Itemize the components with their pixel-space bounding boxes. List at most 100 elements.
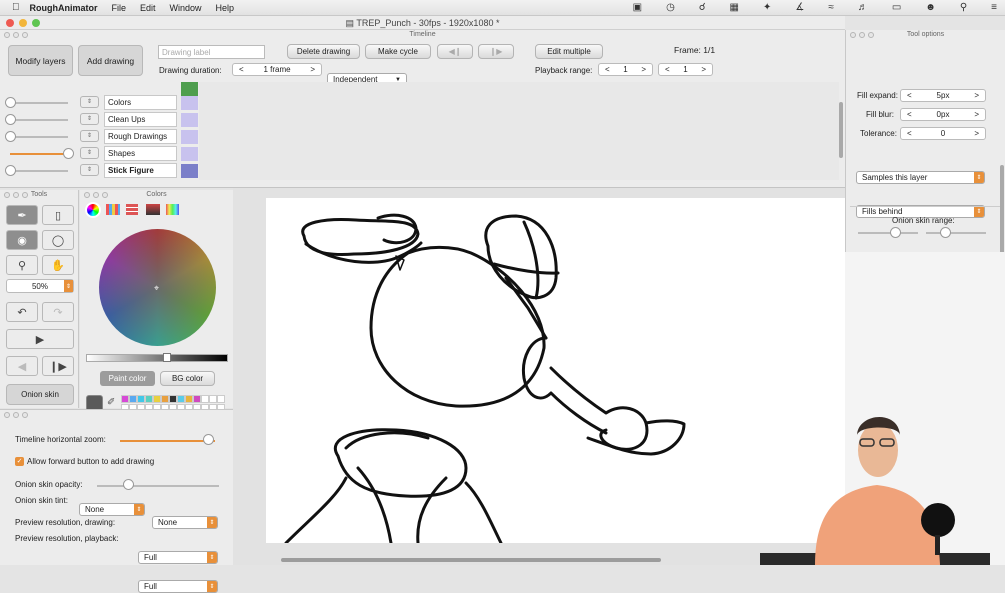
palette-tab-icon[interactable] xyxy=(106,204,120,215)
fill-expand-stepper[interactable]: <5px > xyxy=(900,89,986,102)
fill-blur-stepper[interactable]: <0px > xyxy=(900,108,986,121)
range-start-stepper[interactable]: <1 > xyxy=(598,63,653,76)
undo-icon[interactable]: ↶ xyxy=(6,302,38,322)
color-swatch[interactable] xyxy=(177,395,185,403)
clock-icon[interactable]: ◷ xyxy=(666,2,675,13)
minimize-icon[interactable] xyxy=(19,19,27,27)
layer-toggle-icon[interactable]: ⇕ xyxy=(80,130,99,142)
play-icon[interactable]: ▶ xyxy=(6,329,74,349)
layer-name[interactable]: Clean Ups xyxy=(104,112,177,127)
edit-multiple-button[interactable]: Edit multiple xyxy=(535,44,603,59)
preview-playback-select[interactable]: Full ⇕ xyxy=(138,580,218,593)
zoom-stepper[interactable]: 50% ⇕ xyxy=(6,279,74,293)
modify-layers-button[interactable]: Modify layers xyxy=(8,45,73,76)
onion-opacity-knob[interactable] xyxy=(122,479,134,490)
brightness-knob[interactable] xyxy=(163,353,171,362)
tint-select-a[interactable]: None ⇕ xyxy=(79,503,145,516)
color-swatch[interactable] xyxy=(161,395,169,403)
dropbox-icon[interactable]: ✦ xyxy=(763,2,771,13)
camera-icon[interactable]: ▣ xyxy=(633,2,642,13)
app-name[interactable]: RoughAnimator xyxy=(30,3,98,13)
layer-frame-cell[interactable] xyxy=(181,96,198,110)
color-swatch[interactable] xyxy=(193,395,201,403)
chevron-left-icon[interactable]: < xyxy=(239,65,244,74)
color-swatch[interactable] xyxy=(121,395,129,403)
color-swatch[interactable] xyxy=(201,395,209,403)
bg-color-button[interactable]: BG color xyxy=(160,371,215,386)
layer-frame-cell[interactable] xyxy=(181,147,198,161)
layer-opacity-knob[interactable] xyxy=(5,165,16,176)
layer-toggle-icon[interactable]: ⇕ xyxy=(80,96,99,108)
make-cycle-button[interactable]: Make cycle xyxy=(365,44,431,59)
prev-frame-button[interactable]: ◀❙ xyxy=(437,44,473,59)
duration-stepper[interactable]: < 1 frame > xyxy=(232,63,322,76)
onion-skin-button[interactable]: Onion skin xyxy=(6,384,74,405)
color-swatch[interactable] xyxy=(137,395,145,403)
airplay-icon[interactable]: ▭ xyxy=(892,2,901,13)
layer-toggle-icon[interactable]: ⇕ xyxy=(80,147,99,159)
color-swatch[interactable] xyxy=(209,395,217,403)
timeline-scrollbar[interactable] xyxy=(839,102,843,158)
preview-drawing-select[interactable]: Full ⇕ xyxy=(138,551,218,564)
prev-frame-icon[interactable]: ◀ xyxy=(6,356,38,376)
layer-name[interactable]: Stick Figure xyxy=(104,163,177,178)
bluetooth-icon[interactable]: ∡ xyxy=(795,2,804,13)
swatch-grid-tab-icon[interactable] xyxy=(126,204,138,215)
color-swatch[interactable] xyxy=(185,395,193,403)
zoom-icon[interactable]: ⚲ xyxy=(6,255,38,275)
delete-drawing-button[interactable]: Delete drawing xyxy=(287,44,360,59)
layer-toggle-icon[interactable]: ⇕ xyxy=(80,164,99,176)
user-icon[interactable]: ☻ xyxy=(925,2,936,13)
onion-range-knob-left[interactable] xyxy=(890,227,901,238)
brightness-slider[interactable] xyxy=(86,354,228,362)
chevron-right-icon[interactable]: > xyxy=(310,65,315,74)
paint-color-button[interactable]: Paint color xyxy=(100,371,155,386)
menu-file[interactable]: File xyxy=(112,3,127,13)
fill-bucket-icon[interactable]: ◉ xyxy=(6,230,38,250)
layer-name[interactable]: Shapes xyxy=(104,146,177,161)
color-swatch[interactable] xyxy=(153,395,161,403)
lasso-icon[interactable]: ◯ xyxy=(42,230,74,250)
onion-range-knob-right[interactable] xyxy=(940,227,951,238)
drawing-label-input[interactable]: Drawing label xyxy=(158,45,265,59)
layer-frame-cell[interactable] xyxy=(181,130,198,144)
eyedropper-icon[interactable]: ✐ xyxy=(107,397,115,408)
menu-help[interactable]: Help xyxy=(216,3,235,13)
sample-mode-select[interactable]: Samples this layer ⇕ xyxy=(856,171,985,184)
color-swatch[interactable] xyxy=(129,395,137,403)
layer-opacity-knob[interactable] xyxy=(63,148,74,159)
layer-frame-cell[interactable] xyxy=(181,113,198,127)
color-swatch[interactable] xyxy=(145,395,153,403)
brush-icon[interactable]: ✒ xyxy=(6,205,38,225)
maximize-icon[interactable] xyxy=(32,19,40,27)
timeline-zoom-knob[interactable] xyxy=(203,434,215,445)
next-frame-icon[interactable]: ❙▶ xyxy=(42,356,74,376)
horizontal-scrollbar[interactable] xyxy=(281,558,661,562)
color-wheel-tab-icon[interactable] xyxy=(85,202,101,218)
layer-opacity-knob[interactable] xyxy=(5,114,16,125)
menu-window[interactable]: Window xyxy=(170,3,202,13)
range-end-stepper[interactable]: <1 > xyxy=(658,63,713,76)
layer-frame-cell[interactable] xyxy=(181,164,198,178)
allow-forward-checkbox[interactable]: ✓ xyxy=(15,457,24,466)
layer-name[interactable]: Rough Drawings xyxy=(104,129,177,144)
redo-icon[interactable]: ↷ xyxy=(42,302,74,322)
search-icon[interactable]: ⚲ xyxy=(960,2,967,13)
panel-icon[interactable]: ▦ xyxy=(730,2,739,13)
wifi-icon[interactable]: ≈ xyxy=(828,2,834,13)
menu-edit[interactable]: Edit xyxy=(140,3,156,13)
tolerance-stepper[interactable]: <0 > xyxy=(900,127,986,140)
color-swatch[interactable] xyxy=(217,395,225,403)
tint-select-b[interactable]: None ⇕ xyxy=(152,516,218,529)
layer-opacity-knob[interactable] xyxy=(5,131,16,142)
layer-name[interactable]: Colors xyxy=(104,95,177,110)
volume-icon[interactable]: ♬ xyxy=(858,2,868,13)
gradient-tab-icon[interactable] xyxy=(146,204,160,215)
apple-icon[interactable]:  xyxy=(12,2,20,13)
eraser-icon[interactable]: ▯ xyxy=(42,205,74,225)
color-swatch[interactable] xyxy=(169,395,177,403)
layer-opacity-knob[interactable] xyxy=(5,97,16,108)
spectrum-tab-icon[interactable] xyxy=(166,204,179,215)
shield-icon[interactable]: ☌ xyxy=(699,2,706,13)
close-icon[interactable] xyxy=(6,19,14,27)
